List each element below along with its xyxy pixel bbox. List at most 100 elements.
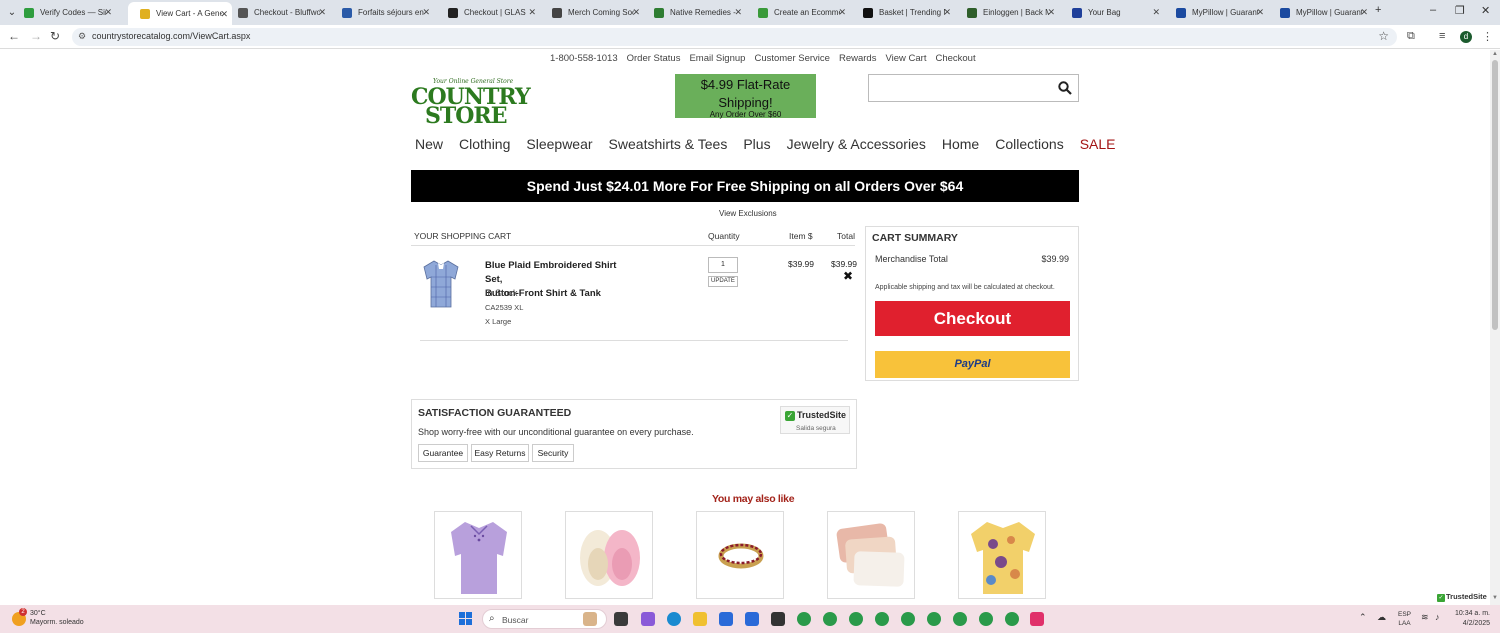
browser-menu-icon[interactable]: ⋮ (1482, 30, 1493, 43)
country-store-logo[interactable]: Your Online General Store COUNTRY STORE (411, 78, 531, 129)
media-icon[interactable]: ≡ (1439, 30, 1445, 42)
nav-new[interactable]: New (415, 136, 443, 152)
browser-tab[interactable]: Checkout | GLAS ✕ (436, 0, 540, 25)
remove-item-icon[interactable]: ✖ (843, 269, 853, 283)
browser-tab[interactable]: Basket | Trending M ✕ (851, 0, 955, 25)
reload-icon[interactable]: ↻ (50, 29, 60, 43)
file-explorer-icon[interactable] (693, 612, 707, 626)
show-hidden-icons-icon[interactable]: ⌃ (1359, 612, 1367, 623)
browser-tab[interactable]: MyPillow | Guarante ✕ (1268, 0, 1372, 25)
windows-start-icon[interactable] (459, 612, 472, 625)
nav-collections[interactable]: Collections (995, 136, 1063, 152)
recommended-product-5[interactable] (958, 511, 1046, 599)
chrome-app-icon[interactable] (823, 612, 837, 626)
tab-close-icon[interactable]: ✕ (318, 7, 326, 18)
chrome-app-icon[interactable] (1005, 612, 1019, 626)
nav-clothing[interactable]: Clothing (459, 136, 510, 152)
wifi-icon[interactable]: ≋ (1421, 612, 1429, 623)
chrome-app-icon[interactable] (927, 612, 941, 626)
back-icon[interactable]: ← (8, 29, 20, 43)
checkout-button[interactable]: Checkout (875, 301, 1070, 336)
utility-rewards[interactable]: Rewards (839, 53, 877, 64)
bookmark-star-icon[interactable]: ☆ (1378, 29, 1389, 43)
site-search-input[interactable] (868, 74, 1079, 102)
browser-tab[interactable]: Create an Ecomme ✕ (746, 0, 850, 25)
chrome-app-icon[interactable] (979, 612, 993, 626)
language-indicator[interactable]: ESP LAA (1398, 610, 1411, 628)
file-viewer-app-icon[interactable] (614, 612, 628, 626)
tab-close-icon[interactable]: ✕ (734, 7, 742, 18)
profile-avatar[interactable]: d (1460, 31, 1472, 43)
browser-tab[interactable]: Merch Coming Soo ✕ (540, 0, 644, 25)
nav-home[interactable]: Home (942, 136, 979, 152)
forward-icon[interactable]: → (30, 29, 42, 43)
new-tab-icon[interactable]: + (1375, 4, 1381, 16)
tab-close-icon[interactable]: ✕ (1256, 7, 1264, 18)
chrome-app-icon[interactable] (849, 612, 863, 626)
tab-close-icon[interactable]: ✕ (838, 7, 846, 18)
tab-close-icon[interactable]: ✕ (1152, 7, 1160, 18)
trustedsite-badge[interactable]: ✓ TrustedSite Salida segura (780, 406, 850, 434)
chrome-app-icon[interactable] (901, 612, 915, 626)
page-scrollbar[interactable]: ▲ ▼ (1490, 50, 1500, 605)
extensions-icon[interactable]: ⧉ (1407, 30, 1415, 43)
browser-tab[interactable]: Forfaits séjours en ✕ (330, 0, 434, 25)
close-window-icon[interactable]: ✕ (1481, 4, 1490, 17)
tab-close-icon[interactable]: ✕ (104, 7, 112, 18)
tab-close-icon[interactable]: ✕ (1360, 7, 1368, 18)
nav-sleepwear[interactable]: Sleepwear (526, 136, 592, 152)
browser-tab[interactable]: Your Bag ✕ (1060, 0, 1164, 25)
site-info-icon[interactable]: ⚙ (78, 31, 86, 42)
quantity-input[interactable]: 1 (708, 257, 738, 273)
product-name-line-1[interactable]: Blue Plaid Embroidered Shirt Set, (485, 259, 635, 287)
address-bar[interactable]: ⚙ countrystorecatalog.com/ViewCart.aspx … (72, 28, 1397, 46)
minimize-icon[interactable]: – (1430, 4, 1436, 16)
widgets-app-icon[interactable] (583, 612, 597, 626)
scrollbar-thumb[interactable] (1492, 60, 1498, 330)
trustedsite-corner-badge[interactable]: ✓ TrustedSite (1437, 592, 1490, 603)
utility-customer-service[interactable]: Customer Service (754, 53, 830, 64)
tab-close-icon[interactable]: ✕ (943, 7, 951, 18)
nav-plus[interactable]: Plus (743, 136, 770, 152)
onedrive-icon[interactable]: ☁ (1377, 612, 1386, 623)
nav-jewelry-accessories[interactable]: Jewelry & Accessories (787, 136, 926, 152)
store-app-icon[interactable] (719, 612, 733, 626)
paypal-button[interactable]: PayPal (875, 351, 1070, 378)
browser-tab[interactable]: Checkout - Bluffwo ✕ (226, 0, 330, 25)
recommended-product-2[interactable] (565, 511, 653, 599)
utility-view-cart[interactable]: View Cart (885, 53, 926, 64)
restore-icon[interactable]: ❐ (1455, 4, 1465, 17)
browser-tab[interactable]: MyPillow | Guarante ✕ (1164, 0, 1268, 25)
media-player-icon[interactable] (745, 612, 759, 626)
browser-tab[interactable]: Verify Codes — Sim ✕ (12, 0, 116, 25)
recommended-product-1[interactable] (434, 511, 522, 599)
chrome-app-icon[interactable] (953, 612, 967, 626)
nav-sale[interactable]: SALE (1080, 136, 1116, 152)
product-thumbnail[interactable] (420, 257, 462, 311)
tab-close-icon[interactable]: ✕ (422, 7, 430, 18)
chrome-app-icon[interactable] (797, 612, 811, 626)
utility-checkout[interactable]: Checkout (935, 53, 975, 64)
utility-phone[interactable]: 1-800-558-1013 (550, 53, 618, 64)
chatgpt-app-icon[interactable] (771, 612, 785, 626)
url-text[interactable]: countrystorecatalog.com/ViewCart.aspx (92, 31, 250, 41)
edge-browser-icon[interactable] (667, 612, 681, 626)
browser-tab[interactable]: View Cart - A Gene ✕ (128, 2, 232, 25)
scroll-up-icon[interactable]: ▲ (1492, 51, 1498, 57)
browser-tab[interactable]: Native Remedies - ✕ (642, 0, 746, 25)
utility-order-status[interactable]: Order Status (627, 53, 681, 64)
utility-email-signup[interactable]: Email Signup (689, 53, 745, 64)
copilot-app-icon[interactable] (641, 612, 655, 626)
search-icon[interactable] (1058, 81, 1072, 95)
tab-close-icon[interactable]: ✕ (632, 7, 640, 18)
scroll-down-icon[interactable]: ▼ (1492, 595, 1498, 601)
nav-sweatshirts-tees[interactable]: Sweatshirts & Tees (609, 136, 728, 152)
browser-tab[interactable]: Einloggen | Back Ma ✕ (955, 0, 1059, 25)
update-quantity-button[interactable]: UPDATE (708, 276, 738, 287)
system-clock[interactable]: 10:34 a. m. 4/2/2025 (1452, 609, 1490, 629)
weather-widget[interactable]: 2 30°C Mayorm. soleado (12, 608, 84, 627)
guarantee-button[interactable]: Guarantee (418, 444, 468, 462)
recommended-product-4[interactable] (827, 511, 915, 599)
flat-rate-shipping-promo[interactable]: $4.99 Flat-Rate Shipping! Any Order Over… (675, 74, 816, 119)
game-app-icon[interactable] (1030, 612, 1044, 626)
